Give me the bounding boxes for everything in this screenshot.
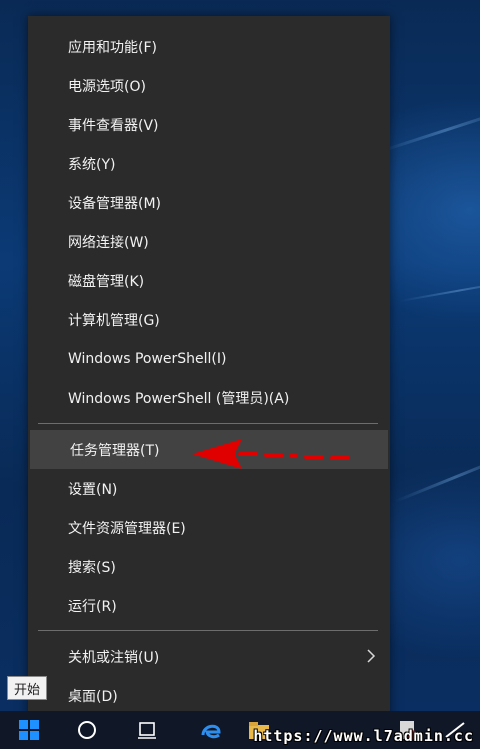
menu-item-label: 设置(N) bbox=[68, 481, 118, 498]
menu-item-label: 电源选项(O) bbox=[68, 78, 146, 95]
edge-browser-icon[interactable] bbox=[196, 715, 226, 745]
menu-separator bbox=[38, 630, 378, 631]
menu-item-device-manager[interactable]: 设备管理器(M) bbox=[28, 183, 390, 222]
menu-item-powershell[interactable]: Windows PowerShell(I) bbox=[28, 339, 390, 378]
menu-item-shutdown-signout[interactable]: 关机或注销(U) bbox=[28, 637, 390, 676]
menu-item-file-explorer[interactable]: 文件资源管理器(E) bbox=[28, 508, 390, 547]
red-arrow-icon bbox=[192, 439, 350, 469]
windows-logo-icon bbox=[19, 720, 39, 740]
menu-item-label: 网络连接(W) bbox=[68, 234, 149, 251]
chevron-right-icon bbox=[367, 649, 376, 663]
task-view-icon[interactable] bbox=[132, 715, 162, 745]
menu-item-label: Windows PowerShell (管理员)(A) bbox=[68, 390, 290, 407]
menu-separator bbox=[38, 423, 378, 424]
menu-item-label: 设备管理器(M) bbox=[68, 195, 162, 212]
menu-item-label: 系统(Y) bbox=[68, 156, 116, 173]
menu-item-power-options[interactable]: 电源选项(O) bbox=[28, 66, 390, 105]
menu-item-system[interactable]: 系统(Y) bbox=[28, 144, 390, 183]
menu-item-label: 搜索(S) bbox=[68, 559, 116, 576]
start-tooltip: 开始 bbox=[7, 676, 48, 700]
wallpaper-streak bbox=[394, 451, 480, 503]
power-user-menu: 应用和功能(F) 电源选项(O) 事件查看器(V) 系统(Y) 设备管理器(M)… bbox=[28, 16, 390, 723]
menu-item-settings[interactable]: 设置(N) bbox=[28, 469, 390, 508]
menu-item-apps-features[interactable]: 应用和功能(F) bbox=[28, 27, 390, 66]
menu-item-label: 运行(R) bbox=[68, 598, 117, 615]
menu-item-label: 计算机管理(G) bbox=[68, 312, 160, 329]
wallpaper-streak bbox=[399, 279, 480, 302]
search-circle-icon[interactable] bbox=[72, 715, 102, 745]
menu-item-label: 任务管理器(T) bbox=[70, 442, 160, 459]
menu-item-network-connections[interactable]: 网络连接(W) bbox=[28, 222, 390, 261]
menu-item-label: 应用和功能(F) bbox=[68, 39, 157, 56]
menu-item-label: Windows PowerShell(I) bbox=[68, 350, 227, 367]
menu-item-label: 桌面(D) bbox=[68, 688, 118, 705]
start-button[interactable] bbox=[0, 711, 58, 749]
menu-item-label: 文件资源管理器(E) bbox=[68, 520, 186, 537]
wallpaper-streak bbox=[379, 106, 480, 153]
menu-item-label: 事件查看器(V) bbox=[68, 117, 159, 134]
menu-item-label: 磁盘管理(K) bbox=[68, 273, 145, 290]
menu-item-computer-management[interactable]: 计算机管理(G) bbox=[28, 300, 390, 339]
tooltip-label: 开始 bbox=[14, 682, 41, 698]
menu-item-disk-management[interactable]: 磁盘管理(K) bbox=[28, 261, 390, 300]
menu-item-label: 关机或注销(U) bbox=[68, 649, 160, 666]
menu-item-powershell-admin[interactable]: Windows PowerShell (管理员)(A) bbox=[28, 378, 390, 417]
menu-item-run[interactable]: 运行(R) bbox=[28, 586, 390, 625]
menu-item-search[interactable]: 搜索(S) bbox=[28, 547, 390, 586]
menu-item-desktop[interactable]: 桌面(D) bbox=[28, 676, 390, 715]
watermark: https://www.l7admin.cc bbox=[253, 727, 474, 745]
menu-item-event-viewer[interactable]: 事件查看器(V) bbox=[28, 105, 390, 144]
